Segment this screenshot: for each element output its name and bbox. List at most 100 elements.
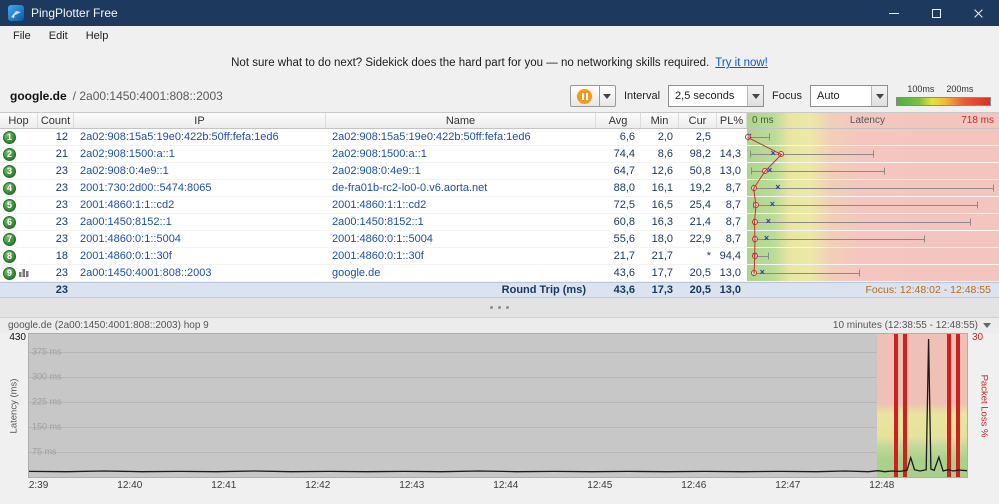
table-row[interactable]: 7 23 2001:4860:0:1::5004 2001:4860:0:1::500… (0, 231, 999, 248)
min-cell: 16,5 (651, 199, 673, 211)
hop-cell: 6 (0, 214, 38, 230)
pause-icon (577, 88, 593, 104)
table-body: 1 12 2a02:908:15a5:19e0:422b:50ff:fefa:1ed… (0, 129, 999, 282)
cur-cell: 25,4 (689, 199, 711, 211)
x-tick-label: 12:45 (587, 480, 613, 491)
pause-dropdown-button[interactable] (599, 85, 616, 107)
menu-help[interactable]: Help (77, 28, 118, 44)
column-header-count[interactable]: Count (38, 113, 74, 128)
table-row[interactable]: 3 23 2a02:908:0:4e9::1 2a02:908:0:4e9::1 64,… (0, 163, 999, 180)
latency-range-bar (752, 222, 970, 223)
interval-select[interactable]: 2,5 seconds (668, 85, 765, 107)
minimize-button[interactable] (873, 0, 915, 26)
latency-range-whisker (924, 235, 926, 243)
hop-number-badge: 8 (3, 249, 16, 263)
latency-axis-max: 430 (9, 332, 26, 343)
summary-min-cell: 17,3 (651, 284, 673, 296)
ip-cell: 2a02:908:0:4e9::1 (80, 165, 169, 177)
latency-range-bar (752, 205, 977, 206)
try-it-now-link[interactable]: Try it now! (715, 57, 768, 69)
splitter-handle[interactable] (0, 298, 999, 318)
latency-graph-cell: × (747, 163, 999, 179)
name-cell: 2a00:1450:8152::1 (332, 216, 424, 228)
close-icon (973, 8, 984, 19)
latency-range-whisker (859, 269, 861, 277)
x-tick-label: 12:42 (305, 480, 331, 491)
x-tick-label: 12:39 (28, 480, 49, 491)
loss-axis-max: 30 (972, 332, 984, 343)
pause-split-button (569, 85, 616, 107)
name-cell: 2001:4860:0:1::5004 (332, 233, 433, 245)
timeline-plot[interactable]: 375 ms 300 ms 225 ms 150 ms 75 ms (28, 333, 968, 478)
hop-cell: 5 (0, 197, 38, 213)
legend-low-label: 100ms (907, 84, 935, 94)
notification-text: Not sure what to do next? Sidekick does … (231, 57, 710, 69)
hop-cell: 4 (0, 180, 38, 196)
target-address: / 2a00:1450:4001:808::2003 (73, 89, 223, 103)
table-row[interactable]: 2 21 2a02:908:1500:a::1 2a02:908:1500:a::1 7… (0, 146, 999, 163)
table-row[interactable]: 1 12 2a02:908:15a5:19e0:422b:50ff:fefa:1ed… (0, 129, 999, 146)
column-header-ip[interactable]: IP (74, 113, 326, 128)
latency-graph-cell: × (747, 146, 999, 162)
menu-file[interactable]: File (4, 28, 40, 44)
latency-graph-cell: × (747, 231, 999, 247)
count-cell: 23 (55, 216, 68, 228)
maximize-button[interactable] (915, 0, 957, 26)
target-ip: 2a00:1450:4001:808::2003 (79, 89, 223, 103)
column-header-min[interactable]: Min (641, 113, 679, 128)
current-latency-marker (752, 236, 759, 242)
latency-graph-cell: × (747, 248, 999, 264)
count-cell: 21 (55, 148, 68, 160)
column-header-avg[interactable]: Avg (596, 113, 641, 128)
avg-cell: 60,8 (613, 216, 635, 228)
timeline-left-axis: 430 Latency (ms) (0, 332, 28, 478)
splitter-dot (498, 306, 501, 309)
latency-graph-cell: × (747, 214, 999, 230)
column-header-cur[interactable]: Cur (679, 113, 717, 128)
latency-range-whisker (976, 201, 978, 209)
target-separator: / (72, 89, 77, 103)
latency-scale-min: 0 ms (752, 115, 774, 126)
table-row[interactable]: 8 18 2001:4860:0:1::30f 2001:4860:0:1::30f 2… (0, 248, 999, 265)
window-title: PingPlotter Free (31, 6, 118, 20)
pl-cell: 14,3 (719, 148, 741, 160)
table-row[interactable]: 5 23 2001:4860:1:1::cd2 2001:4860:1:1::cd2 7… (0, 197, 999, 214)
close-button[interactable] (957, 0, 999, 26)
x-tick-label: 12:43 (399, 480, 425, 491)
focus-label: Focus (772, 90, 802, 102)
column-header-name[interactable]: Name (326, 113, 596, 128)
cur-cell: * (706, 250, 711, 262)
app-window: PingPlotter Free File Edit Help Not sure w… (0, 0, 999, 504)
column-header-hop[interactable]: Hop (0, 113, 38, 128)
name-cell: 2001:4860:0:1::30f (332, 250, 424, 262)
current-latency-marker (750, 185, 757, 191)
latency-graph-cell: × (747, 180, 999, 196)
hop-number-badge: 6 (3, 215, 16, 229)
menu-edit[interactable]: Edit (40, 28, 77, 44)
focus-range-label: Focus: 12:48:02 - 12:48:55 (865, 284, 991, 296)
focus-select[interactable]: Auto (810, 85, 888, 107)
column-header-pl[interactable]: PL% (717, 113, 747, 128)
summary-pl-cell: 13,0 (719, 284, 741, 296)
pl-cell: 8,7 (725, 182, 741, 194)
pause-button[interactable] (569, 85, 600, 107)
avg-cell: 6,6 (619, 131, 635, 143)
table-row[interactable]: 4 23 2001:730:2d00::5474:8065 de-fra01b-rc2… (0, 180, 999, 197)
latency-range-whisker (883, 167, 885, 175)
latency-range-whisker (750, 150, 752, 158)
chevron-down-icon (751, 93, 760, 99)
min-cell: 12,6 (651, 165, 673, 177)
timeline-header: google.de (2a00:1450:4001:808::2003) hop… (0, 318, 999, 333)
hop-number-badge: 3 (3, 164, 16, 178)
latency-range-whisker (768, 252, 770, 260)
title-bar: PingPlotter Free (0, 0, 999, 26)
min-cell: 8,6 (657, 148, 673, 160)
count-cell: 23 (55, 199, 68, 211)
column-header-latency[interactable]: 0 ms Latency 718 ms (747, 113, 999, 128)
table-row[interactable]: 9 23 2a00:1450:4001:808::2003 google.de 43,6… (0, 265, 999, 282)
timeline-range-selector[interactable]: 10 minutes (12:38:55 - 12:48:55) (833, 320, 991, 331)
table-row[interactable]: 6 23 2a00:1450:8152::1 2a00:1450:8152::1 60,… (0, 214, 999, 231)
ip-cell: 2001:4860:0:1::30f (80, 250, 172, 262)
ip-cell: 2a02:908:1500:a::1 (80, 148, 175, 160)
latency-range-whisker (751, 167, 753, 175)
